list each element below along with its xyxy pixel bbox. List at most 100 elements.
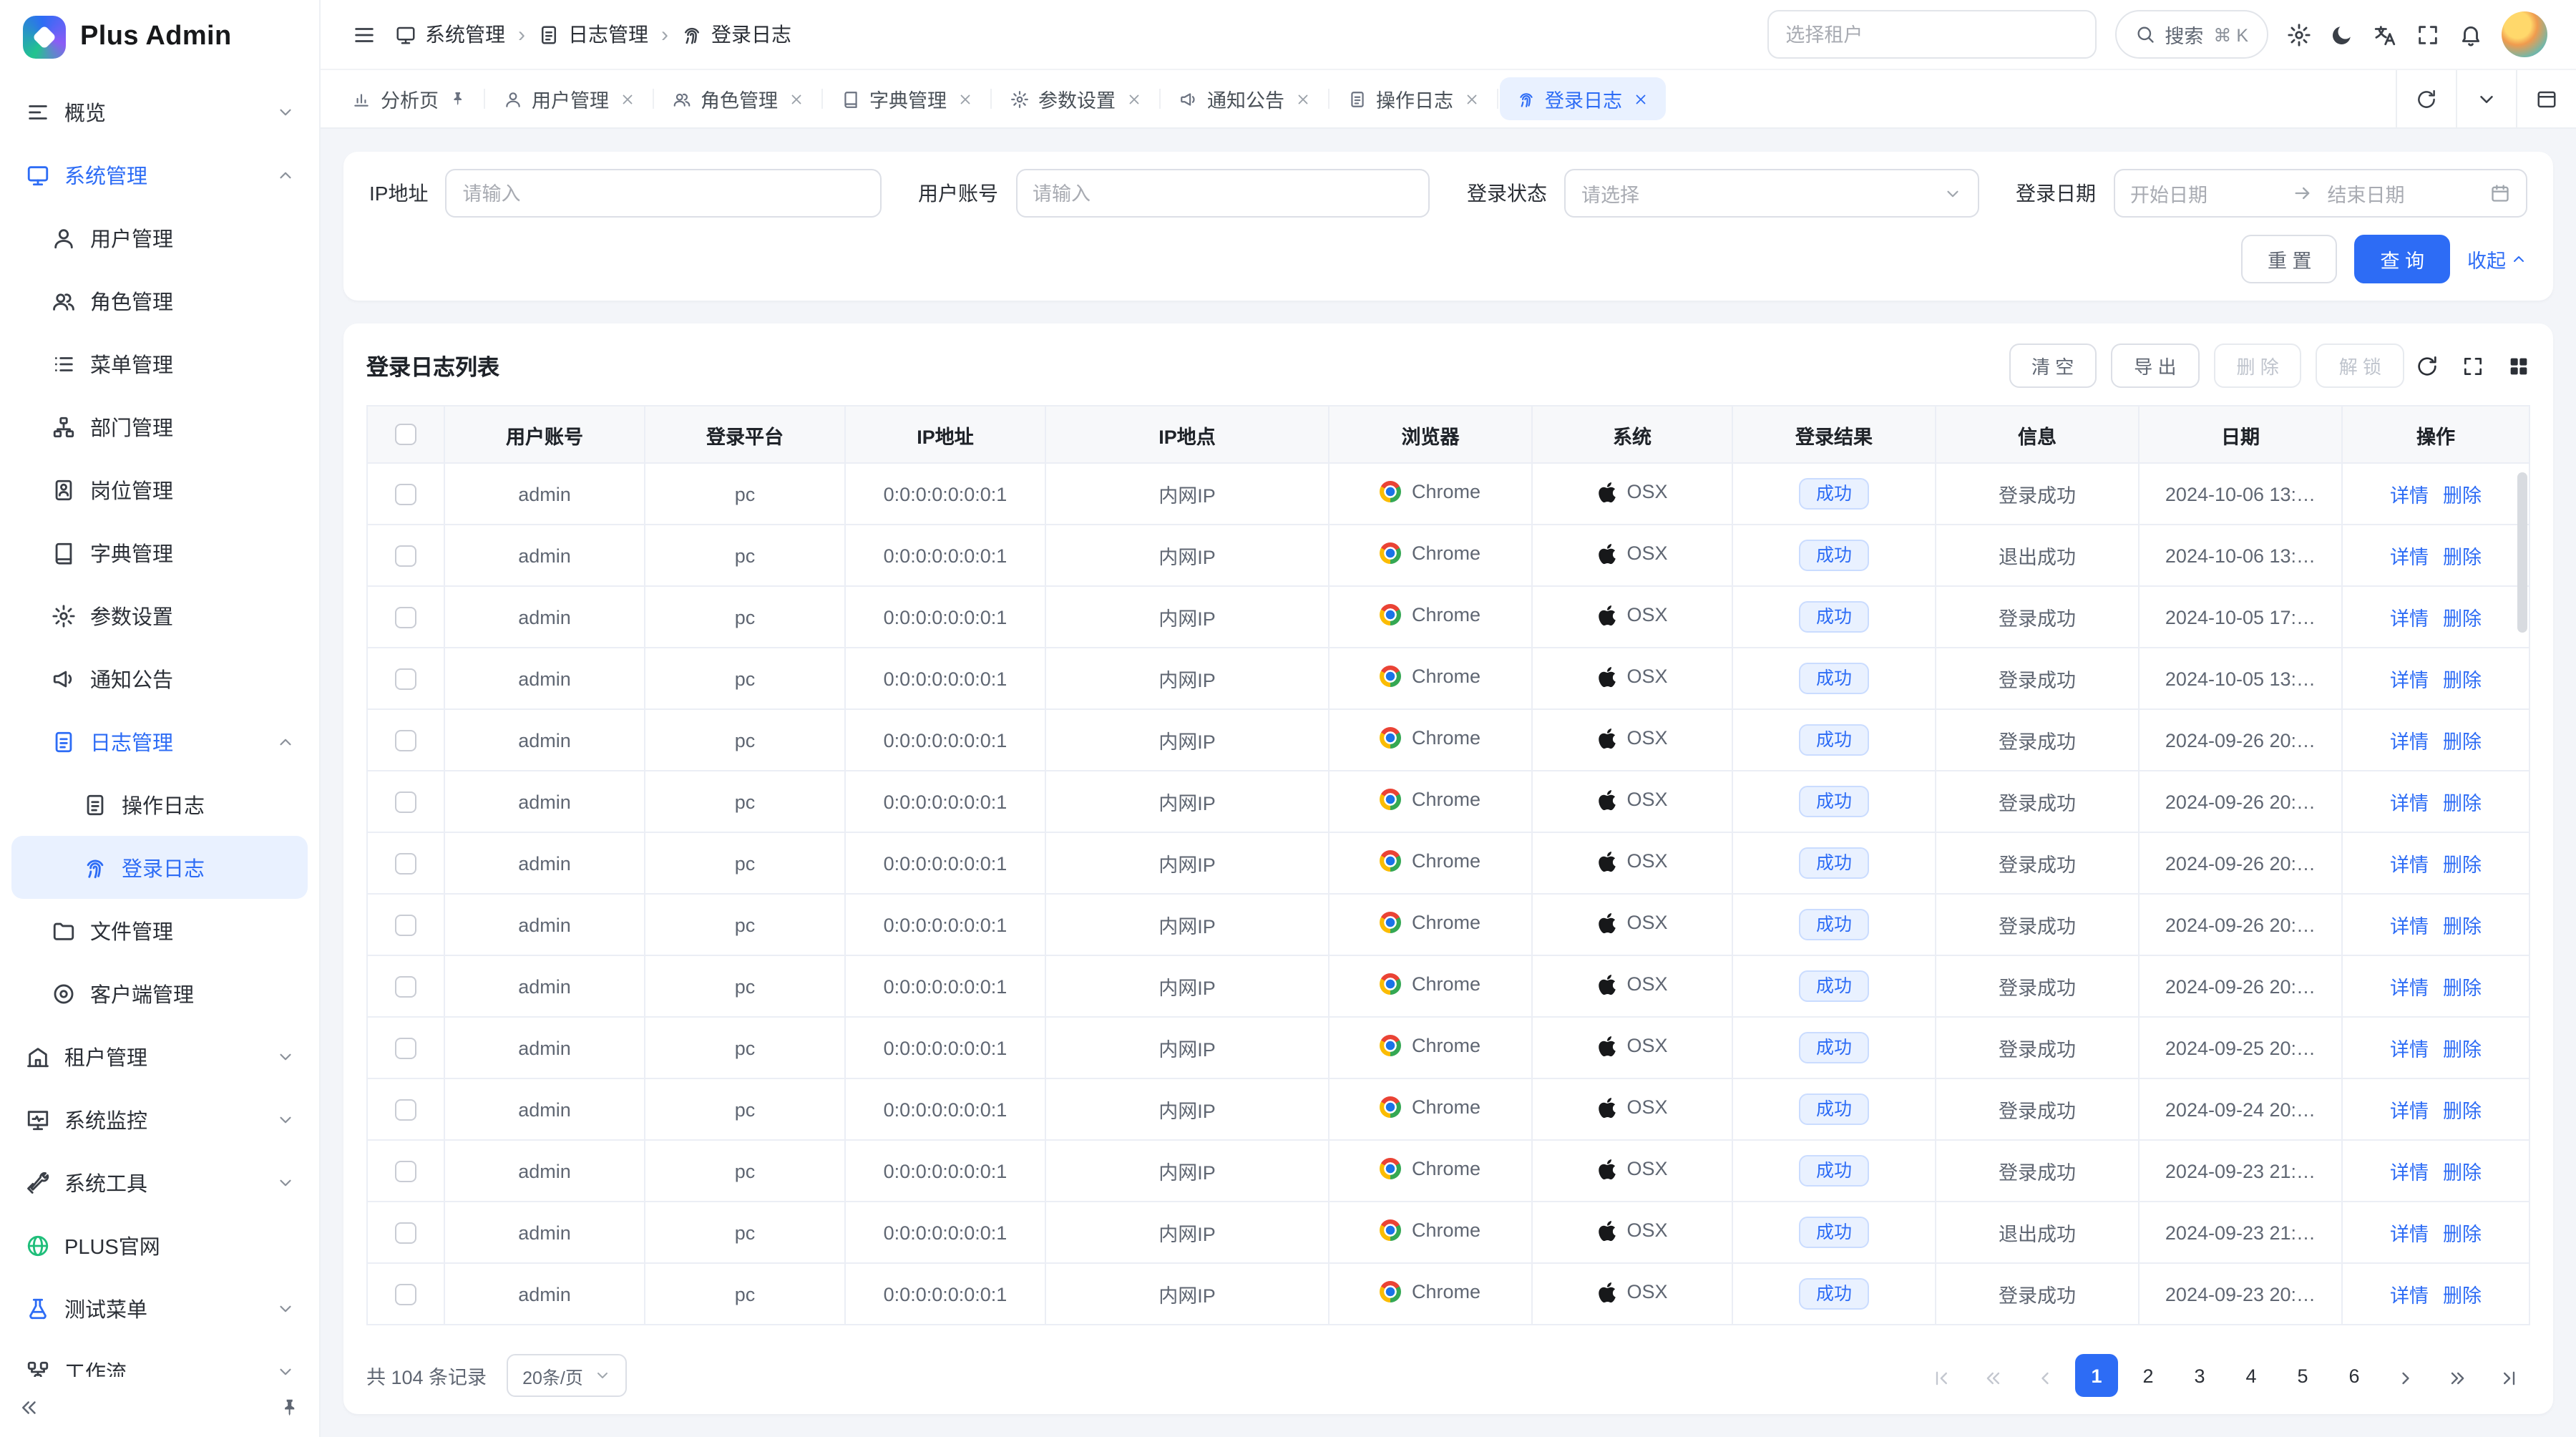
sidebar-item-tools[interactable]: 系统工具: [11, 1151, 308, 1214]
detail-link[interactable]: 详情: [2390, 547, 2429, 568]
sidebar-item-workflow[interactable]: 工作流: [11, 1340, 308, 1377]
tab-notice[interactable]: 通知公告: [1161, 77, 1327, 120]
login-status-select[interactable]: 请选择: [1564, 169, 1979, 218]
close-icon[interactable]: [1632, 91, 1648, 107]
user-account-input[interactable]: [1033, 182, 1413, 204]
sidebar-item-dept[interactable]: 部门管理: [11, 395, 308, 458]
detail-link[interactable]: 详情: [2390, 670, 2429, 691]
delete-link[interactable]: 删除: [2443, 608, 2482, 630]
vertical-scrollbar[interactable]: [2517, 472, 2527, 633]
toolbar-unlock-button[interactable]: 解 锁: [2316, 344, 2404, 388]
pagination-page-6[interactable]: 6: [2333, 1354, 2376, 1397]
row-checkbox[interactable]: [395, 791, 416, 813]
theme-toggle-icon[interactable]: [2330, 22, 2354, 47]
tab-param[interactable]: 参数设置: [992, 77, 1158, 120]
detail-link[interactable]: 详情: [2390, 1224, 2429, 1245]
tenant-select-input[interactable]: [1767, 10, 2096, 59]
delete-link[interactable]: 删除: [2443, 916, 2482, 937]
close-icon[interactable]: [1294, 91, 1310, 107]
row-checkbox[interactable]: [395, 976, 416, 998]
detail-link[interactable]: 详情: [2390, 916, 2429, 937]
close-icon[interactable]: [619, 91, 635, 107]
reset-button[interactable]: 重 置: [2242, 235, 2338, 283]
row-checkbox[interactable]: [395, 668, 416, 690]
sidebar-collapse-icon[interactable]: [19, 1396, 40, 1418]
sidebar-item-tenant[interactable]: 租户管理: [11, 1025, 308, 1088]
sidebar-item-client[interactable]: 客户端管理: [11, 962, 308, 1025]
tab-analysis[interactable]: 分析页: [335, 77, 483, 120]
detail-link[interactable]: 详情: [2390, 793, 2429, 814]
pagination-prev-jump-button[interactable]: [1972, 1354, 2015, 1397]
user-avatar[interactable]: [2502, 11, 2547, 57]
detail-link[interactable]: 详情: [2390, 1162, 2429, 1184]
pagination-next-button[interactable]: [2384, 1354, 2427, 1397]
tab-dict[interactable]: 字典管理: [824, 77, 990, 120]
table-fullscreen-icon[interactable]: [2462, 354, 2484, 377]
breadcrumb-item[interactable]: 登录日志: [681, 20, 791, 49]
tab-user[interactable]: 用户管理: [486, 77, 652, 120]
sidebar-item-loginlog[interactable]: 登录日志: [11, 836, 308, 899]
delete-link[interactable]: 删除: [2443, 731, 2482, 753]
delete-link[interactable]: 删除: [2443, 854, 2482, 876]
row-checkbox[interactable]: [395, 1161, 416, 1182]
fullscreen-icon[interactable]: [2416, 22, 2440, 47]
pagination-page-4[interactable]: 4: [2230, 1354, 2273, 1397]
close-icon[interactable]: [1463, 91, 1479, 107]
sidebar-item-user[interactable]: 用户管理: [11, 206, 308, 269]
tab-role[interactable]: 角色管理: [655, 77, 821, 120]
select-all-checkbox[interactable]: [395, 424, 416, 446]
row-checkbox[interactable]: [395, 1222, 416, 1244]
sidebar-item-dict[interactable]: 字典管理: [11, 521, 308, 584]
collapse-filter-link[interactable]: 收起: [2467, 245, 2527, 273]
sidebar-item-role[interactable]: 角色管理: [11, 269, 308, 332]
column-settings-icon[interactable]: [2507, 354, 2530, 377]
delete-link[interactable]: 删除: [2443, 485, 2482, 507]
toolbar-export-button[interactable]: 导 出: [2111, 344, 2199, 388]
close-icon[interactable]: [957, 91, 972, 107]
row-checkbox[interactable]: [395, 853, 416, 875]
delete-link[interactable]: 删除: [2443, 547, 2482, 568]
delete-link[interactable]: 删除: [2443, 1162, 2482, 1184]
detail-link[interactable]: 详情: [2390, 978, 2429, 999]
pagination-page-2[interactable]: 2: [2127, 1354, 2170, 1397]
delete-link[interactable]: 删除: [2443, 1039, 2482, 1061]
delete-link[interactable]: 删除: [2443, 670, 2482, 691]
sidebar-toggle-icon[interactable]: [352, 22, 376, 47]
pagination-page-3[interactable]: 3: [2178, 1354, 2221, 1397]
sidebar-item-notice[interactable]: 通知公告: [11, 647, 308, 710]
sidebar-item-param[interactable]: 参数设置: [11, 584, 308, 647]
detail-link[interactable]: 详情: [2390, 1039, 2429, 1061]
pagination-page-1[interactable]: 1: [2075, 1354, 2118, 1397]
table-refresh-icon[interactable]: [2416, 354, 2439, 377]
global-search-button[interactable]: 搜索 ⌘ K: [2114, 10, 2268, 59]
pagination-page-5[interactable]: 5: [2281, 1354, 2324, 1397]
delete-link[interactable]: 删除: [2443, 1224, 2482, 1245]
breadcrumb-item[interactable]: 系统管理: [395, 20, 505, 49]
toolbar-clear-button[interactable]: 清 空: [2009, 344, 2097, 388]
close-icon[interactable]: [1126, 91, 1141, 107]
tab-loginlog[interactable]: 登录日志: [1499, 77, 1665, 120]
tab-oplog[interactable]: 操作日志: [1330, 77, 1496, 120]
detail-link[interactable]: 详情: [2390, 731, 2429, 753]
sidebar-pin-icon[interactable]: [279, 1396, 301, 1418]
toolbar-delete-button[interactable]: 删 除: [2214, 344, 2302, 388]
row-checkbox[interactable]: [395, 545, 416, 567]
query-button[interactable]: 查 询: [2354, 235, 2450, 283]
breadcrumb-item[interactable]: 日志管理: [538, 20, 648, 49]
ip-address-input[interactable]: [462, 182, 864, 204]
close-icon[interactable]: [788, 91, 804, 107]
sidebar-item-plus-site[interactable]: PLUS官网: [11, 1214, 308, 1277]
language-icon[interactable]: [2373, 22, 2397, 47]
row-checkbox[interactable]: [395, 915, 416, 936]
pagination-prev-button[interactable]: [2024, 1354, 2067, 1397]
detail-link[interactable]: 详情: [2390, 1101, 2429, 1122]
pagination-last-button[interactable]: [2487, 1354, 2530, 1397]
detail-link[interactable]: 详情: [2390, 485, 2429, 507]
login-date-range-picker[interactable]: 开始日期 结束日期: [2113, 169, 2527, 218]
delete-link[interactable]: 删除: [2443, 1285, 2482, 1307]
detail-link[interactable]: 详情: [2390, 608, 2429, 630]
row-checkbox[interactable]: [395, 484, 416, 505]
row-checkbox[interactable]: [395, 1099, 416, 1121]
sidebar-item-log[interactable]: 日志管理: [11, 710, 308, 773]
sidebar-item-system[interactable]: 系统管理: [11, 143, 308, 206]
